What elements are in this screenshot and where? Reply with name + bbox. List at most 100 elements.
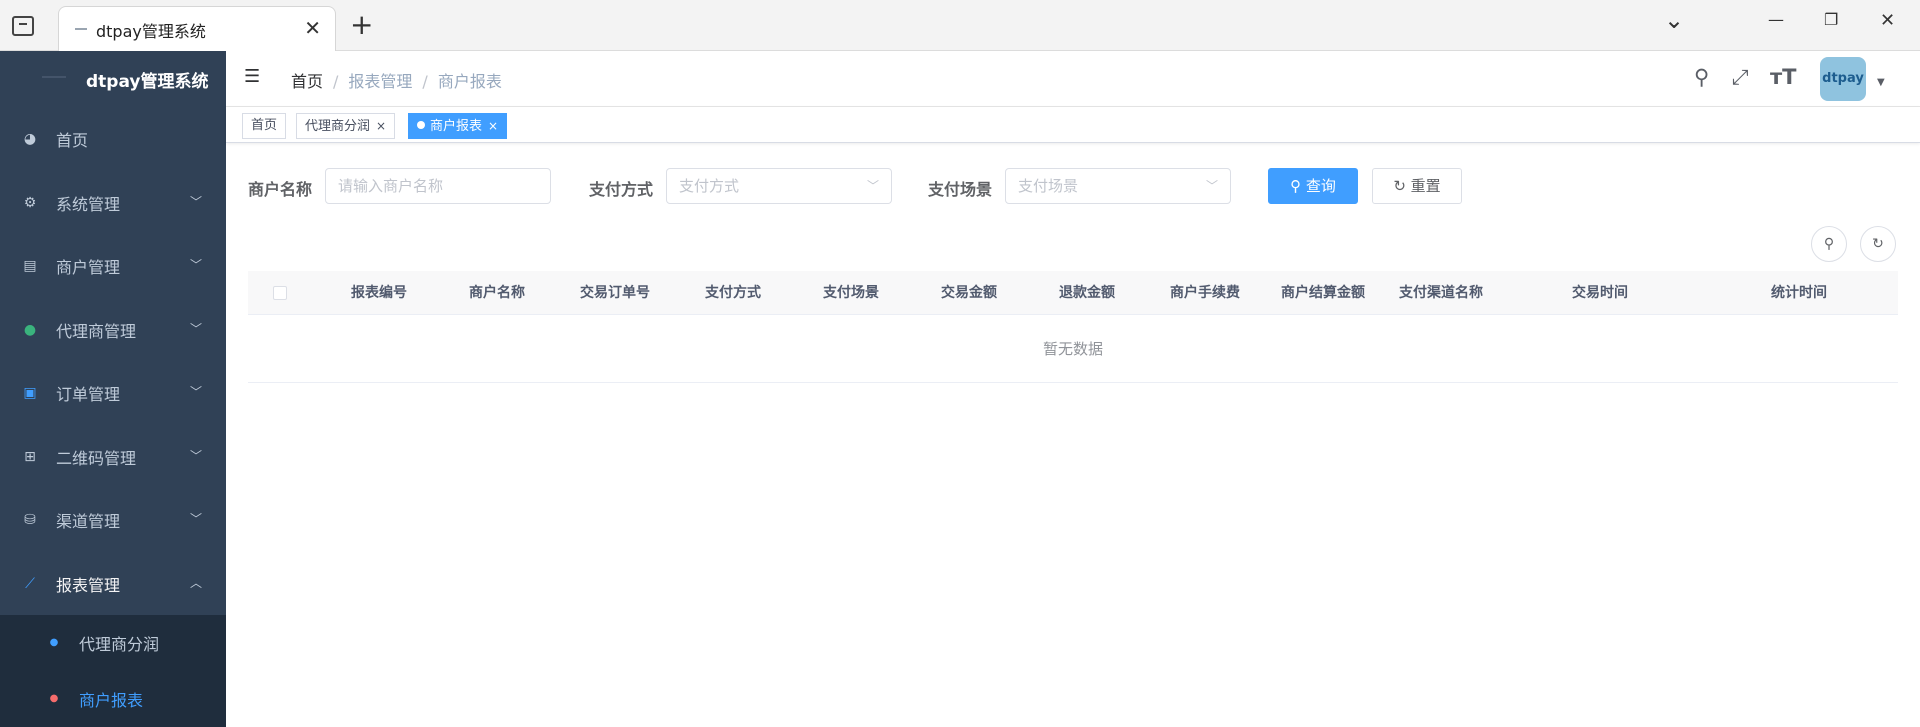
tag-label: 代理商分润 (305, 119, 371, 134)
gear-icon: ⚙ (23, 194, 37, 211)
chart-icon: ⟋ (25, 575, 35, 592)
browser-tab[interactable]: dtpay管理系统 ✕ (58, 6, 336, 51)
query-button-label: 查询 (1305, 177, 1336, 195)
main-content: ☰ 首页 / 报表管理 / 商户报表 ⚲ ⤢ тT dtpay ▼ 首页 代理商分润 × … (226, 51, 1920, 715)
chevron-down-icon: ﹀ (189, 448, 202, 463)
refresh-button[interactable]: ↻ (1860, 226, 1896, 262)
select-all-checkbox[interactable] (273, 286, 287, 300)
column-header: 统计时间 (1771, 285, 1827, 301)
search-icon: ⚲ (1823, 236, 1835, 252)
chevron-down-icon: ﹀ (189, 194, 202, 209)
tag-label: 首页 (251, 118, 278, 133)
logo-icon (42, 76, 66, 78)
search-icon[interactable]: ⚲ (1694, 65, 1709, 89)
column-header: 交易时间 (1572, 285, 1628, 301)
sidebar-item-order[interactable]: ▣ 订单管理 ﹀ (0, 361, 226, 425)
fullscreen-icon[interactable]: ⤢ (1732, 65, 1749, 90)
restore-icon[interactable]: ❐ (1824, 10, 1838, 29)
column-header: 退款金额 (1059, 285, 1115, 301)
tag-agent-profit[interactable]: 代理商分润 × (296, 113, 396, 139)
tab-groups-icon[interactable] (12, 16, 34, 36)
minimize-icon[interactable]: — (1768, 10, 1784, 29)
new-tab-icon[interactable]: + (350, 10, 373, 40)
hamburger-icon[interactable]: ☰ (244, 68, 262, 86)
chevron-down-icon: ﹀ (1205, 179, 1218, 193)
tag-merchant-report[interactable]: 商户报表 × (408, 113, 508, 139)
logo[interactable]: dtpay管理系统 (0, 51, 226, 107)
reset-button[interactable]: ↻ 重置 (1372, 168, 1462, 204)
shop-icon: ▤ (23, 258, 37, 274)
refresh-icon: ↻ (1872, 236, 1884, 252)
browser-chrome: dtpay管理系统 ✕ + ⌄ — ❐ ✕ (0, 0, 1920, 51)
column-header: 商户名称 (469, 285, 525, 301)
active-dot-icon (417, 121, 425, 129)
close-icon[interactable]: × (488, 119, 498, 133)
chevron-down-icon: ﹀ (189, 385, 202, 399)
column-header: 交易金额 (941, 285, 997, 301)
sidebar-item-label: 代理商分润 (79, 635, 160, 654)
column-header: 支付场景 (823, 285, 879, 301)
sidebar-item-system[interactable]: ⚙ 系统管理 ﹀ (0, 171, 226, 235)
browser-tab-title: dtpay管理系统 (96, 22, 206, 41)
empty-text: 暂无数据 (248, 315, 1898, 383)
sidebar-item-label: 商户管理 (56, 258, 121, 277)
breadcrumb-item-home[interactable]: 首页 (291, 72, 323, 91)
pay-method-select[interactable]: 支付方式 ﹀ (666, 168, 892, 204)
sidebar-item-channel[interactable]: ⛁ 渠道管理 ﹀ (0, 488, 226, 552)
chevron-down-icon: ﹀ (866, 179, 879, 193)
sidebar-item-agent[interactable]: ● 代理商管理 ﹀ (0, 298, 226, 362)
qrcode-icon: ⊞ (24, 448, 36, 465)
breadcrumb-separator: / (333, 72, 339, 91)
breadcrumb-item-current: 商户报表 (437, 72, 502, 91)
sidebar-item-label: 代理商管理 (56, 321, 137, 341)
close-tab-icon[interactable]: ✕ (304, 16, 321, 40)
sidebar-item-merchant-report[interactable]: ● 商户报表 (0, 671, 226, 727)
tab-list-icon[interactable]: ⌄ (1664, 6, 1684, 34)
caret-down-icon[interactable]: ▼ (1877, 77, 1885, 88)
table-header: 报表编号 商户名称 交易订单号 支付方式 支付场景 交易金额 退款金额 商户手续… (248, 271, 1898, 315)
sidebar-item-home[interactable]: ◕ 首页 (0, 107, 226, 171)
sidebar-item-label: 订单管理 (56, 385, 121, 404)
merchant-name-input[interactable]: 请输入商户名称 (325, 168, 551, 204)
avatar[interactable]: dtpay (1820, 57, 1866, 101)
breadcrumb-separator: / (422, 72, 428, 91)
sidebar-item-agent-profit[interactable]: ● 代理商分润 (0, 615, 226, 671)
navbar: ☰ 首页 / 报表管理 / 商户报表 ⚲ ⤢ тT dtpay ▼ (226, 51, 1920, 107)
close-icon[interactable]: × (376, 119, 386, 133)
sidebar-item-label: 商户报表 (79, 691, 144, 710)
tag-label: 商户报表 (430, 119, 483, 134)
font-size-icon[interactable]: тT (1770, 65, 1797, 89)
column-header: 支付方式 (705, 285, 761, 301)
order-icon: ▣ (23, 385, 37, 401)
query-button[interactable]: ⚲ 查询 (1268, 168, 1358, 204)
channel-icon: ⛁ (24, 512, 36, 528)
users-icon: ● (23, 321, 37, 338)
column-header: 支付渠道名称 (1399, 285, 1483, 301)
merchant-name-label: 商户名称 (248, 180, 313, 199)
report-table: 报表编号 商户名称 交易订单号 支付方式 支付场景 交易金额 退款金额 商户手续… (248, 271, 1898, 383)
report-icon: ● (49, 693, 59, 704)
reset-button-label: 重置 (1410, 177, 1441, 195)
sidebar-item-label: 渠道管理 (56, 512, 121, 531)
sidebar-item-merchant[interactable]: ▤ 商户管理 ﹀ (0, 234, 226, 298)
close-window-icon[interactable]: ✕ (1880, 10, 1895, 31)
toggle-search-button[interactable]: ⚲ (1811, 226, 1847, 262)
chevron-up-icon: ︿ (189, 575, 202, 590)
tags-view: 首页 代理商分润 × 商户报表 × (226, 107, 1920, 143)
sidebar-item-report[interactable]: ⟋ 报表管理 ︿ (0, 552, 226, 616)
sidebar: dtpay管理系统 ◕ 首页 ⚙ 系统管理 ﹀ ▤ 商户管理 ﹀ ● 代理商管理… (0, 51, 226, 727)
chevron-down-icon: ﹀ (189, 321, 202, 336)
tag-home[interactable]: 首页 (242, 113, 287, 139)
breadcrumb-item-report: 报表管理 (348, 72, 413, 91)
search-form: 商户名称 请输入商户名称 支付方式 支付方式 ﹀ 支付场景 支付场景 ﹀ ⚲ 查询 … (248, 168, 1898, 208)
column-header: 交易订单号 (580, 285, 650, 301)
sidebar-menu: ◕ 首页 ⚙ 系统管理 ﹀ ▤ 商户管理 ﹀ ● 代理商管理 ﹀ ▣ 订单管理 … (0, 107, 226, 727)
doc-icon: ● (49, 637, 59, 648)
sidebar-item-label: 报表管理 (56, 575, 121, 595)
pay-method-placeholder: 支付方式 (679, 177, 740, 195)
sidebar-item-label: 二维码管理 (56, 448, 137, 468)
pay-scene-select[interactable]: 支付场景 ﹀ (1005, 168, 1231, 204)
sidebar-item-qrcode[interactable]: ⊞ 二维码管理 ﹀ (0, 425, 226, 489)
pay-scene-label: 支付场景 (928, 180, 993, 199)
column-header: 报表编号 (351, 285, 407, 301)
